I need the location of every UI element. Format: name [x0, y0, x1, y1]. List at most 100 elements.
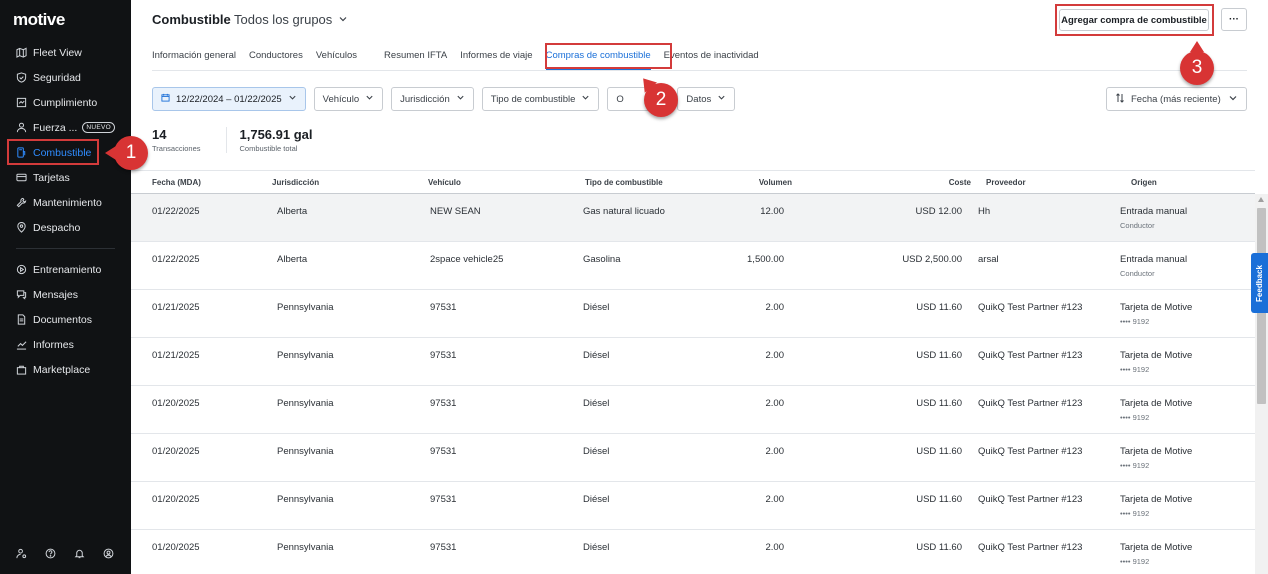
sidebar-item-label: Seguridad	[33, 71, 81, 84]
cell-fuel-type-text: Diésel	[583, 302, 610, 313]
cell-vehicle: 97531	[430, 542, 456, 553]
cell-origin: Entrada manual Conductor	[1120, 254, 1187, 278]
cell-date: 01/21/2025	[152, 302, 200, 313]
group-selector[interactable]: Todos los grupos	[234, 12, 348, 27]
callout-box-add-button	[1055, 4, 1214, 36]
sidebar-item-entrenamiento[interactable]: Entrenamiento	[0, 257, 131, 282]
cell-origin-text: Tarjeta de Motive	[1120, 542, 1193, 553]
cell-date: 01/22/2025	[152, 254, 200, 265]
motive-logo[interactable]: motive	[13, 10, 65, 30]
tab-vehiculos[interactable]: Vehículos	[316, 47, 357, 71]
help-icon[interactable]	[45, 548, 56, 559]
cell-origin-text: Entrada manual	[1120, 254, 1188, 265]
cell-vehicle: 2space vehicle25	[430, 254, 503, 265]
table-row[interactable]: 01/22/2025 Alberta NEW SEAN Gas natural lic…	[131, 194, 1255, 242]
cell-volume-text: 2.00	[765, 446, 785, 457]
cell-jurisdiction-text: Pennsylvania	[277, 542, 334, 553]
cell-volume: 2.00	[711, 350, 785, 361]
table-row[interactable]: 01/21/2025 Pennsylvania 97531 Diésel 2.00 USD…	[131, 338, 1255, 386]
fuel-total-label: Combustible total	[239, 144, 298, 153]
user-settings-icon[interactable]	[16, 548, 27, 559]
callout-badge-2: 2	[644, 83, 678, 117]
scrollbar[interactable]	[1255, 194, 1268, 574]
table-row[interactable]: 01/20/2025 Pennsylvania 97531 Diésel 2.00 USD…	[131, 530, 1255, 574]
cell-origin: Tarjeta de Motive •••• 9192	[1120, 302, 1192, 326]
account-icon[interactable]	[103, 548, 114, 559]
column-header-jurisdiction[interactable]: Jurisdicción	[272, 178, 319, 187]
chart-icon	[16, 339, 27, 350]
tab-informacion-general[interactable]: Información general	[152, 47, 236, 71]
cell-vendor: QuikQ Test Partner #123	[978, 398, 1082, 409]
sidebar-item-fleet-view[interactable]: Fleet View	[0, 40, 131, 65]
tab-eventos-de-inactividad[interactable]: Eventos de inactividad	[664, 47, 759, 71]
column-header-fuel-type[interactable]: Tipo de combustible	[585, 178, 663, 187]
cell-vehicle-text: 2space vehicle25	[430, 254, 504, 265]
sidebar-item-tarjetas[interactable]: Tarjetas	[0, 165, 131, 190]
chevron-down-icon	[581, 93, 590, 105]
column-header-volume[interactable]: Volumen	[731, 178, 792, 187]
cell-volume: 2.00	[711, 542, 785, 553]
cell-fuel-type: Gas natural licuado	[583, 206, 665, 217]
table-row[interactable]: 01/20/2025 Pennsylvania 97531 Diésel 2.00 USD…	[131, 434, 1255, 482]
cell-cost: USD 11.60	[871, 446, 962, 457]
cell-date-text: 01/20/2025	[152, 542, 200, 553]
sort-dropdown[interactable]: Fecha (más reciente)	[1106, 87, 1247, 111]
cell-fuel-type: Diésel	[583, 302, 609, 313]
cell-volume-text: 2.00	[765, 542, 785, 553]
data-filter[interactable]: Datos	[677, 87, 736, 111]
date-range-filter[interactable]: 12/22/2024 – 01/22/2025	[152, 87, 306, 111]
table-row[interactable]: 01/20/2025 Pennsylvania 97531 Diésel 2.00 USD…	[131, 482, 1255, 530]
cell-fuel-type-text: Diésel	[583, 446, 610, 457]
scroll-up-arrow-icon[interactable]	[1258, 197, 1264, 202]
cell-volume-text: 2.00	[765, 494, 785, 505]
table-row[interactable]: 01/22/2025 Alberta 2space vehicle25 Gasolin…	[131, 242, 1255, 290]
cell-vehicle: 97531	[430, 446, 456, 457]
tab-resumen-ifta[interactable]: Resumen IFTA	[384, 47, 447, 71]
column-header-vehicle[interactable]: Vehículo	[428, 178, 461, 187]
table-row[interactable]: 01/21/2025 Pennsylvania 97531 Diésel 2.00 USD…	[131, 290, 1255, 338]
sidebar-item-despacho[interactable]: Despacho	[0, 215, 131, 240]
cell-vendor-text: Hh	[978, 206, 991, 217]
cell-volume: 2.00	[711, 446, 785, 457]
document-icon	[16, 314, 27, 325]
cell-fuel-type: Diésel	[583, 398, 609, 409]
sidebar-item-mensajes[interactable]: Mensajes	[0, 282, 131, 307]
chevron-down-icon	[338, 12, 348, 27]
cell-cost: USD 2,500.00	[871, 254, 962, 265]
cell-fuel-type-text: Diésel	[583, 398, 610, 409]
more-options-button[interactable]: ···	[1221, 8, 1247, 31]
sidebar-item-seguridad[interactable]: Seguridad	[0, 65, 131, 90]
tab-informes-de-viaje[interactable]: Informes de viaje	[460, 47, 532, 71]
cell-date: 01/20/2025	[152, 494, 200, 505]
message-icon	[16, 289, 27, 300]
sidebar-item-fuerza[interactable]: Fuerza ... NUEVO	[0, 115, 131, 140]
column-header-origin[interactable]: Origen	[1131, 178, 1157, 187]
column-header-date[interactable]: Fecha (MDA)	[152, 178, 201, 187]
cell-fuel-type: Diésel	[583, 350, 609, 361]
fuel-type-filter[interactable]: Tipo de combustible	[481, 87, 600, 111]
sidebar-item-informes[interactable]: Informes	[0, 332, 131, 357]
column-header-cost[interactable]: Coste	[891, 178, 971, 187]
training-icon	[16, 264, 27, 275]
sidebar-item-label: Tarjetas	[33, 171, 70, 184]
cell-vehicle: 97531	[430, 398, 456, 409]
sidebar-item-documentos[interactable]: Documentos	[0, 307, 131, 332]
transactions-label: Transacciones	[152, 144, 201, 153]
cell-vendor-text: QuikQ Test Partner #123	[978, 446, 1083, 457]
sidebar-item-marketplace[interactable]: Marketplace	[0, 357, 131, 382]
cell-fuel-type: Diésel	[583, 542, 609, 553]
tab-conductores[interactable]: Conductores	[249, 47, 303, 71]
table-row[interactable]: 01/20/2025 Pennsylvania 97531 Diésel 2.00 USD…	[131, 386, 1255, 434]
cell-date-text: 01/20/2025	[152, 398, 200, 409]
vehicle-filter[interactable]: Vehículo	[313, 87, 384, 111]
sidebar-item-cumplimiento[interactable]: Cumplimiento	[0, 90, 131, 115]
sidebar-item-mantenimiento[interactable]: Mantenimiento	[0, 190, 131, 215]
feedback-tab[interactable]: Feedback	[1251, 253, 1268, 313]
jurisdiction-filter[interactable]: Jurisdicción	[391, 87, 474, 111]
cell-volume-text: 12.00	[760, 206, 784, 217]
bell-icon[interactable]	[74, 548, 85, 559]
cell-fuel-type-text: Diésel	[583, 542, 610, 553]
column-header-vendor[interactable]: Proveedor	[986, 178, 1026, 187]
cell-jurisdiction-text: Alberta	[277, 206, 308, 217]
cell-origin: Tarjeta de Motive •••• 9192	[1120, 494, 1192, 518]
